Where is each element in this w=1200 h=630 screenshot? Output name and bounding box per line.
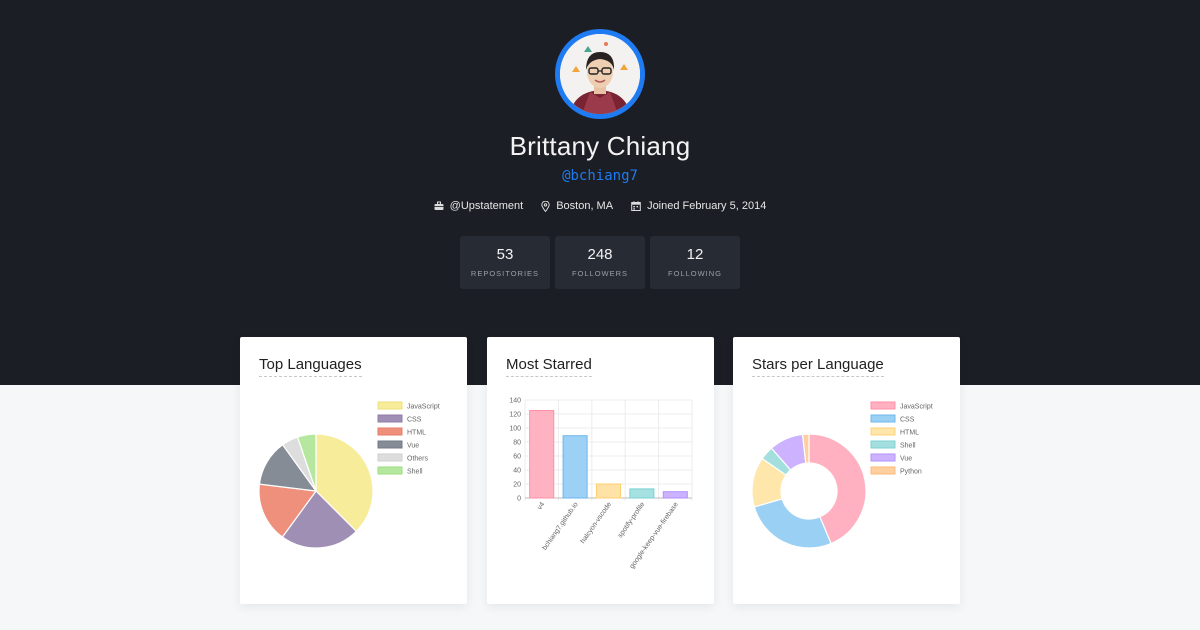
- legend-label-python[interactable]: Python: [900, 469, 922, 476]
- meta-company: @Upstatement: [434, 200, 524, 212]
- stars-per-language-slice-css[interactable]: [753, 498, 832, 549]
- legend-swatch-others[interactable]: [377, 453, 403, 462]
- location-pin-icon: [541, 200, 550, 212]
- bar-v4[interactable]: [529, 410, 555, 499]
- y-tick-label: 120: [509, 412, 521, 419]
- legend-label-shell[interactable]: Shell: [407, 469, 423, 476]
- x-tick-label-v4: v4: [536, 501, 546, 511]
- stat-label: FOLLOWING: [667, 269, 722, 278]
- legend-label-javascript[interactable]: JavaScript: [407, 404, 440, 411]
- legend-label-javascript[interactable]: JavaScript: [900, 404, 933, 411]
- legend-swatch-python[interactable]: [870, 466, 896, 475]
- avatar-image: [560, 34, 640, 114]
- x-tick-label-halcyon-vscode: halcyon-vscode: [580, 501, 614, 545]
- legend-label-css[interactable]: CSS: [900, 417, 915, 424]
- profile-header: Brittany Chiang @bchiang7 @Upstatement B…: [0, 0, 1200, 385]
- profile-name: Brittany Chiang: [509, 131, 691, 161]
- briefcase-icon: [434, 201, 444, 210]
- meta-location: Boston, MA: [541, 200, 613, 212]
- company-text: @Upstatement: [449, 200, 524, 212]
- location-text: Boston, MA: [556, 200, 614, 212]
- card-top-languages: Top Languages JavaScript CSS HTML Vue Others…: [240, 337, 467, 604]
- legend-label-html[interactable]: HTML: [900, 430, 919, 437]
- x-tick-label-bchiang7-github-io: bchiang7.github.io: [541, 501, 579, 552]
- card-most-starred: Most Starred 0 20 40 60 80 100 120 140 v4 bchiang…: [487, 337, 714, 604]
- legend-label-vue[interactable]: Vue: [407, 443, 419, 450]
- y-tick-label: 140: [509, 398, 521, 405]
- y-tick-label: 20: [513, 482, 521, 489]
- stat-value: 248: [587, 246, 613, 263]
- y-tick-label: 60: [513, 454, 521, 461]
- y-tick-label: 100: [509, 426, 521, 433]
- stat-value: 53: [496, 246, 514, 263]
- profile-meta: @Upstatement Boston, MA Joined February …: [0, 200, 1200, 212]
- stat-label: REPOSITORIES: [470, 269, 540, 278]
- y-tick-label: 80: [513, 440, 521, 447]
- legend-swatch-html[interactable]: [377, 427, 403, 436]
- bar-halcyon-vscode[interactable]: [595, 483, 622, 499]
- bar-spotify-profile[interactable]: [629, 488, 655, 499]
- profile-handle-link[interactable]: @bchiang7: [0, 168, 1200, 184]
- stat-following[interactable]: 12 FOLLOWING: [650, 236, 740, 289]
- y-tick-label: 40: [513, 468, 521, 475]
- legend-swatch-vue[interactable]: [377, 440, 403, 449]
- stat-followers[interactable]: 248 FOLLOWERS: [555, 236, 645, 289]
- legend-label-html[interactable]: HTML: [407, 430, 426, 437]
- legend-swatch-shell[interactable]: [377, 466, 403, 475]
- legend-label-vue[interactable]: Vue: [900, 456, 912, 463]
- legend-label-css[interactable]: CSS: [407, 417, 422, 424]
- meta-joined: Joined February 5, 2014: [631, 200, 766, 212]
- bar-bchiang7-github-io[interactable]: [562, 435, 588, 499]
- stat-repositories[interactable]: 53 REPOSITORIES: [460, 236, 550, 289]
- legend-swatch-html[interactable]: [870, 427, 896, 436]
- top-languages-pie-chart: JavaScript CSS HTML Vue Others Shell: [258, 401, 440, 549]
- y-tick-label: 0: [517, 496, 521, 503]
- stars-per-language-doughnut-chart: JavaScript CSS HTML Shell Vue Python: [751, 401, 933, 549]
- most-starred-bar-chart: 0 20 40 60 80 100 120 140 v4bchiang7.github.io ha…: [509, 398, 693, 570]
- legend-swatch-shell[interactable]: [870, 440, 896, 449]
- legend-swatch-javascript[interactable]: [870, 401, 896, 410]
- legend-swatch-vue[interactable]: [870, 453, 896, 462]
- avatar: [555, 29, 645, 119]
- stat-value: 12: [686, 246, 704, 263]
- stat-label: FOLLOWERS: [571, 269, 629, 278]
- legend-swatch-css[interactable]: [377, 414, 403, 423]
- calendar-icon: [631, 201, 641, 211]
- legend-label-others[interactable]: Others: [407, 456, 429, 463]
- x-tick-label-spotify-profile: spotify-profile: [617, 501, 647, 539]
- bar-google-keep-vue-firebase[interactable]: [662, 491, 688, 499]
- legend-swatch-javascript[interactable]: [377, 401, 403, 410]
- card-stars-per-language: Stars per Language JavaScript CSS HTML Shel…: [733, 337, 960, 604]
- joined-text: Joined February 5, 2014: [647, 200, 767, 212]
- legend-label-shell[interactable]: Shell: [900, 443, 916, 450]
- legend-swatch-css[interactable]: [870, 414, 896, 423]
- stats-row: 53 REPOSITORIES 248 FOLLOWERS 12 FOLLOWI…: [460, 236, 740, 289]
